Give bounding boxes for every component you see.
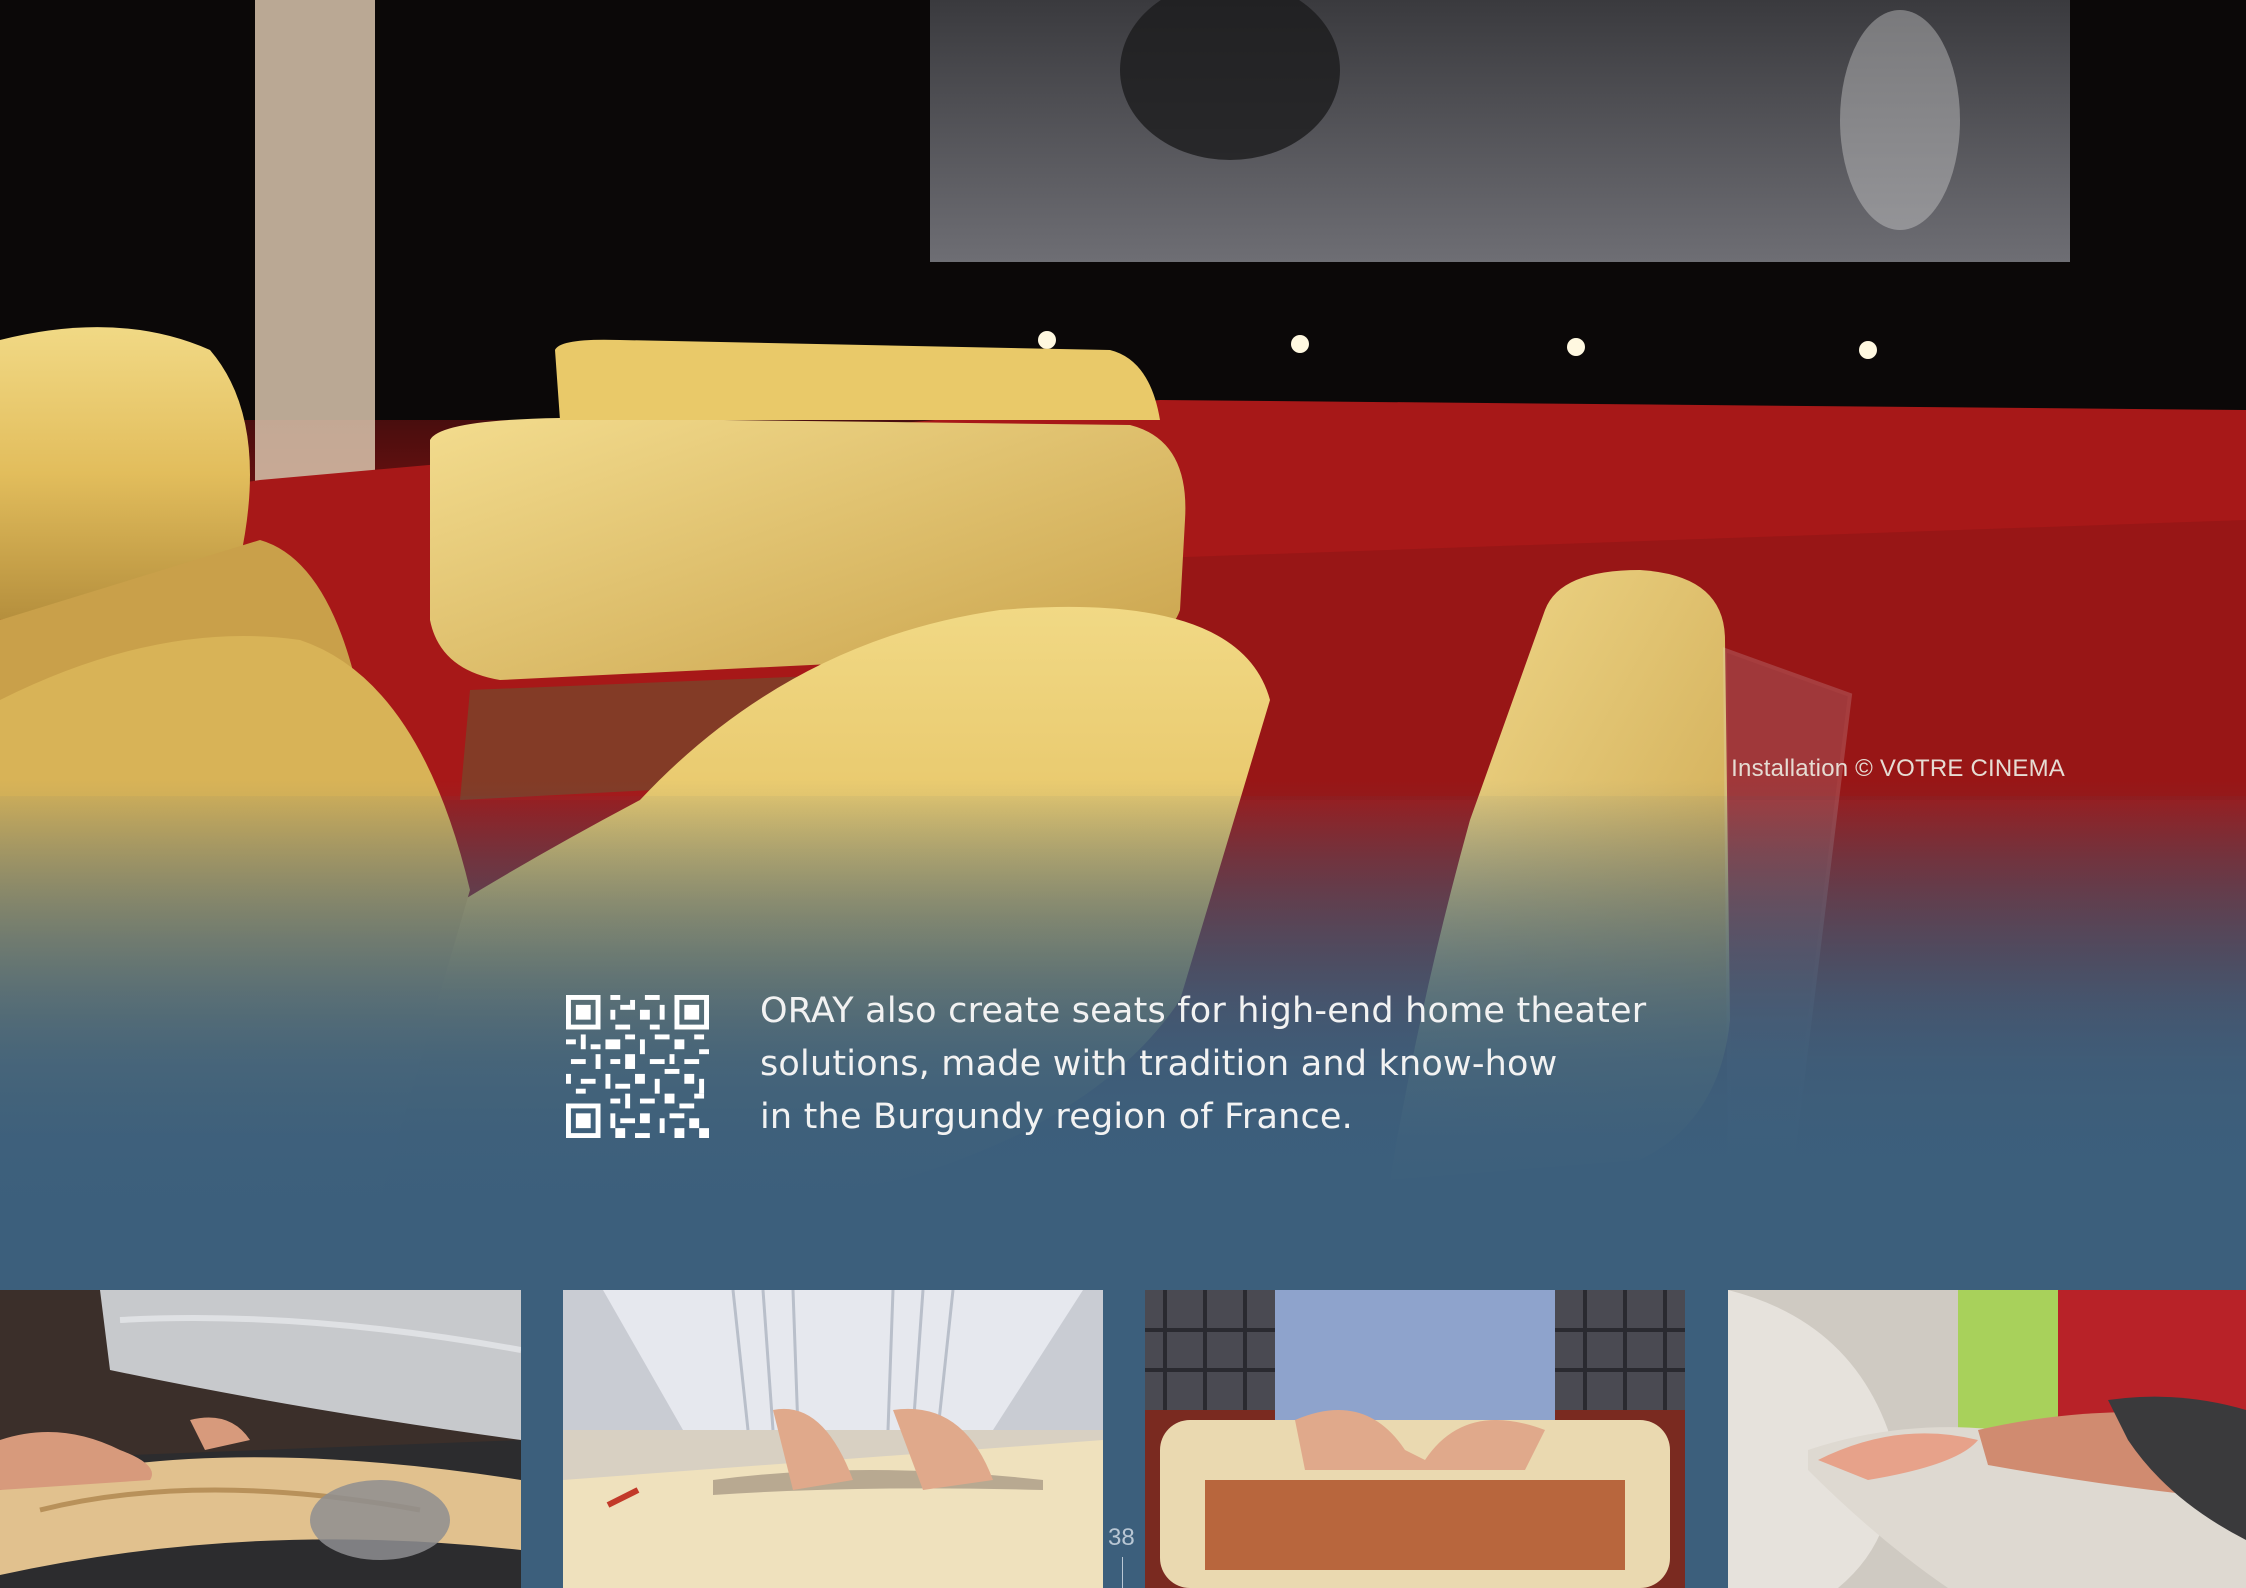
tagline-line-2: solutions, made with tradition and know-… [760, 1044, 1558, 1084]
tagline-line-1: ORAY also create seats for high-end home… [760, 991, 1647, 1031]
workshop-photo-foam [1728, 1290, 2246, 1588]
qr-code-icon[interactable] [566, 995, 709, 1138]
tagline-line-3: in the Burgundy region of France. [760, 1097, 1353, 1137]
workshop-photo-saw [0, 1290, 521, 1588]
page-number: 38 [1108, 1524, 1135, 1551]
page-number-rule [1122, 1557, 1123, 1588]
tagline: ORAY also create seats for high-end home… [760, 985, 1660, 1144]
workshop-photo-padding [1145, 1290, 1685, 1588]
workshop-photo-pattern [563, 1290, 1103, 1588]
photo-credit: Installation © VOTRE CINEMA [1731, 755, 2065, 782]
